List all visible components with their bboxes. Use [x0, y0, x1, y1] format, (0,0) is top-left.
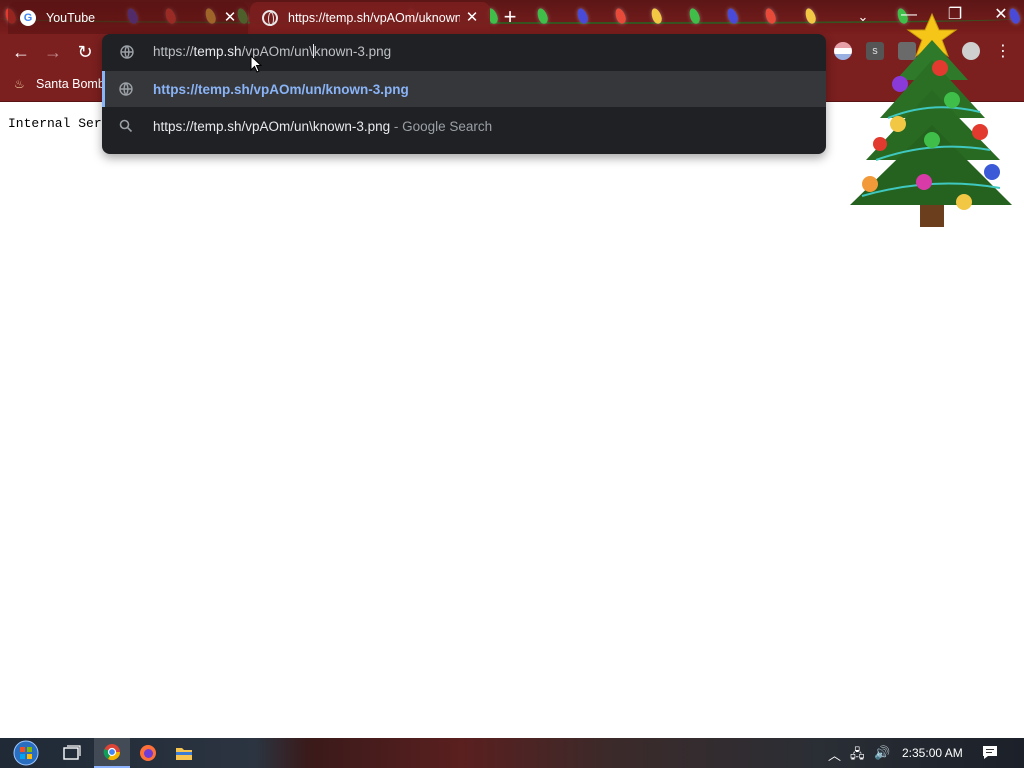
bookmark-santa-bomb[interactable]: ♨ Santa Bomb — [14, 77, 105, 91]
suggestion-google-search[interactable]: https://temp.sh/vpAOm/un\known-3.png - G… — [102, 108, 826, 144]
suggestion-query: https://temp.sh/vpAOm/un\known-3.png — [153, 118, 391, 134]
page-body-text: Internal Serv — [8, 116, 110, 131]
address-bar[interactable]: https://temp.sh/vpAOm/un\known-3.png — [102, 34, 826, 70]
folder-glyph — [176, 748, 192, 760]
forward-arrow-icon[interactable]: → — [40, 40, 66, 64]
address-input[interactable]: https://temp.sh/vpAOm/un\known-3.png — [153, 44, 391, 59]
volume-icon[interactable]: 🔊 — [874, 745, 890, 761]
globe-icon — [262, 10, 278, 26]
reload-icon[interactable]: ↻ — [72, 40, 98, 64]
suggestion-label: https://temp.sh/vpAOm/un\known-3.png - G… — [153, 119, 492, 134]
windows-taskbar: ︿ 🖧 🔊 2:35:00 AM — [0, 738, 1024, 768]
google-icon: G — [20, 10, 36, 26]
globe-icon — [119, 82, 133, 96]
taskbar-clock[interactable]: 2:35:00 AM — [902, 746, 963, 760]
firefox-logo — [140, 745, 156, 761]
task-view-glyph — [63, 745, 81, 760]
close-icon[interactable]: ✕ — [464, 10, 480, 26]
suggestion-suffix: - Google Search — [390, 118, 493, 134]
action-center-icon[interactable] — [982, 745, 998, 763]
search-icon — [119, 119, 133, 133]
chrome-icon[interactable] — [94, 738, 130, 768]
close-icon[interactable]: ✕ — [222, 10, 238, 26]
notification-glyph — [983, 746, 997, 759]
task-view-icon[interactable] — [54, 738, 90, 768]
url-host: temp.sh — [193, 44, 242, 59]
christmas-tree-decoration — [850, 12, 1012, 227]
windows-start-icon — [13, 740, 39, 766]
candle-icon: ♨ — [14, 77, 25, 91]
chrome-logo — [103, 744, 121, 761]
tab-title: https://temp.sh/vpAOm/uknown — [288, 11, 460, 25]
start-button[interactable] — [8, 738, 44, 768]
tab-title: YouTube — [46, 11, 96, 25]
network-icon[interactable]: 🖧 — [850, 745, 865, 767]
globe-icon — [120, 45, 134, 59]
suggestion-label: https://temp.sh/vpAOm/un/known-3.png — [153, 81, 409, 97]
mouse-cursor-icon — [250, 55, 262, 73]
tab-temp-sh[interactable]: https://temp.sh/vpAOm/uknown ✕ — [250, 2, 490, 34]
suggestion-url[interactable]: https://temp.sh/vpAOm/un/known-3.png — [102, 71, 826, 107]
new-tab-button[interactable]: + — [498, 6, 522, 28]
chevron-up-icon[interactable]: ︿ — [828, 745, 841, 764]
firefox-icon[interactable] — [130, 738, 166, 768]
file-explorer-icon[interactable] — [166, 738, 202, 768]
omnibox-dropdown: https://temp.sh/vpAOm/un\known-3.png htt… — [102, 34, 826, 154]
bookmark-label: Santa Bomb — [36, 77, 105, 91]
url-scheme: https:// — [153, 44, 194, 59]
back-arrow-icon[interactable]: ← — [8, 40, 34, 64]
url-path-rest: known-3.png — [313, 44, 392, 59]
tab-youtube[interactable]: G YouTube ✕ — [8, 2, 248, 34]
